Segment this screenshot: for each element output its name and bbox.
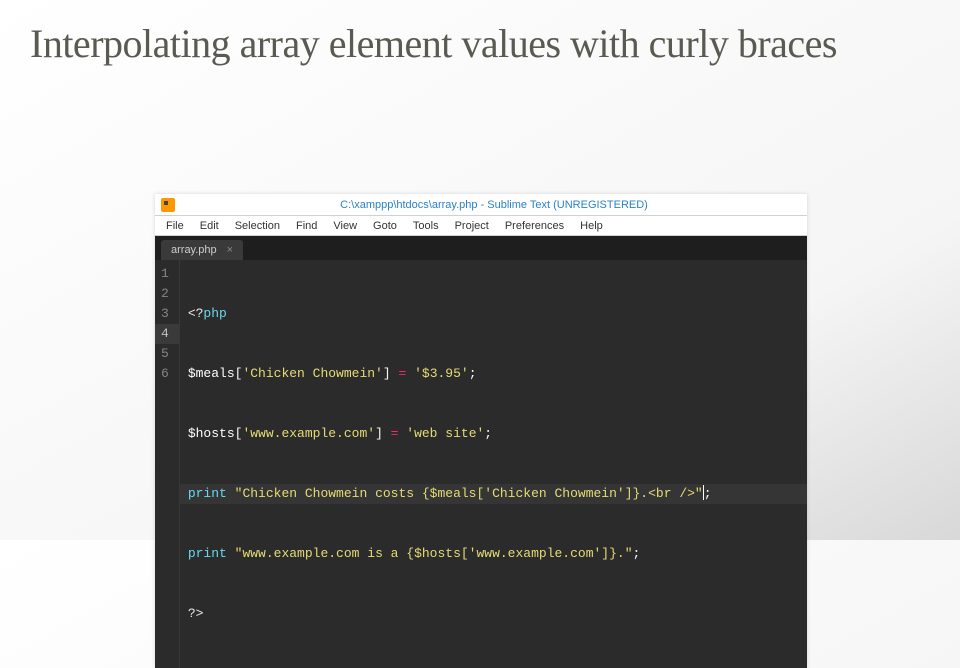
title-bar: C:\xamppp\htdocs\array.php - Sublime Tex… [155,194,807,216]
tab-label: array.php [171,244,217,256]
code-line: print "Chicken Chowmein costs {$meals['C… [180,484,807,504]
menu-tools[interactable]: Tools [406,218,446,234]
code-area[interactable]: 1 2 3 4 5 6 <?php $meals['Chicken Chowme… [155,260,807,668]
menu-find[interactable]: Find [289,218,324,234]
code-line: $meals['Chicken Chowmein'] = '$3.95'; [188,364,799,384]
code-content[interactable]: <?php $meals['Chicken Chowmein'] = '$3.9… [180,260,807,668]
code-line: <?php [188,304,799,324]
menu-view[interactable]: View [326,218,364,234]
sublime-app-icon [161,198,175,212]
line-number: 1 [161,264,169,284]
menu-edit[interactable]: Edit [193,218,226,234]
line-number: 4 [155,324,179,344]
menu-preferences[interactable]: Preferences [498,218,571,234]
tab-strip: array.php × [155,236,807,260]
line-number: 2 [161,284,169,304]
line-number: 6 [161,364,169,384]
code-line: ?> [188,604,799,624]
close-icon[interactable]: × [227,244,233,256]
editor-window: C:\xamppp\htdocs\array.php - Sublime Tex… [155,194,807,668]
line-number: 5 [161,344,169,364]
menu-selection[interactable]: Selection [228,218,287,234]
tab-array-php[interactable]: array.php × [161,240,243,260]
code-line: print "www.example.com is a {$hosts['www… [188,544,799,564]
menu-goto[interactable]: Goto [366,218,404,234]
window-title: C:\xamppp\htdocs\array.php - Sublime Tex… [181,199,807,211]
menu-project[interactable]: Project [448,218,496,234]
slide-title: Interpolating array element values with … [0,0,960,66]
menu-bar: File Edit Selection Find View Goto Tools… [155,216,807,236]
code-line: $hosts['www.example.com'] = 'web site'; [188,424,799,444]
menu-help[interactable]: Help [573,218,610,234]
line-number-gutter: 1 2 3 4 5 6 [155,260,180,668]
menu-file[interactable]: File [159,218,191,234]
line-number: 3 [161,304,169,324]
